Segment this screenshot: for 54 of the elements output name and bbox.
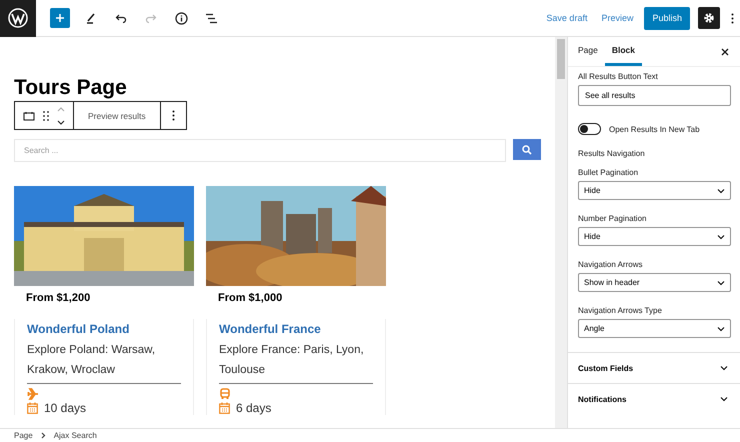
tour-description: Explore France: Paris, Lyon, Toulouse xyxy=(219,340,373,384)
calendar-icon xyxy=(27,402,38,414)
tour-description: Explore Poland: Warsaw, Krakow, Wroclaw xyxy=(27,340,181,384)
sidebar-tab[interactable]: Page xyxy=(571,37,605,66)
select-dropdown[interactable]: Hide xyxy=(578,227,731,246)
close-icon[interactable] xyxy=(719,46,731,58)
scrollbar[interactable] xyxy=(555,37,567,428)
header-link[interactable]: Preview xyxy=(598,13,636,23)
field-label: Bullet Pagination xyxy=(578,168,640,177)
tour-duration: 6 days xyxy=(236,401,272,415)
plus-icon xyxy=(55,13,65,23)
select-dropdown[interactable]: Hide xyxy=(578,181,731,200)
sidebar-tab[interactable]: Block xyxy=(604,37,642,66)
page-title: Tours Page xyxy=(14,75,128,101)
tour-duration: 10 days xyxy=(44,401,86,415)
toggle-label: Open Results In New Tab xyxy=(609,124,700,134)
chevron-icon xyxy=(717,278,725,286)
add-block-button[interactable] xyxy=(50,8,70,28)
search-icon xyxy=(522,144,532,154)
search-field[interactable]: Search ... xyxy=(14,139,506,162)
bus-icon xyxy=(219,388,231,400)
section-heading: Results Navigation xyxy=(578,149,646,158)
wordpress-logo[interactable] xyxy=(0,0,36,36)
input-field[interactable]: See all results xyxy=(578,85,731,106)
field-label: Navigation Arrows xyxy=(578,260,644,269)
calendar-icon xyxy=(219,402,230,414)
chevron-icon xyxy=(717,232,725,240)
publish-button[interactable]: Publish xyxy=(644,6,690,30)
chevron-icon xyxy=(717,324,725,332)
drag-handle-icon[interactable] xyxy=(43,110,49,120)
toggle-switch[interactable] xyxy=(578,123,601,135)
block-type-icon[interactable] xyxy=(23,110,35,120)
tour-name[interactable]: Wonderful Poland xyxy=(27,322,181,336)
field-label: Navigation Arrows Type xyxy=(578,306,663,315)
chevron-icon xyxy=(40,432,46,439)
breadcrumb-item[interactable]: Page xyxy=(14,431,33,440)
header-link[interactable]: Save draft xyxy=(543,13,590,23)
search-button[interactable] xyxy=(513,139,541,160)
field-label: All Results Button Text xyxy=(578,72,659,81)
tour-name[interactable]: Wonderful France xyxy=(219,322,373,336)
chevron-icon xyxy=(720,395,728,403)
settings-button[interactable] xyxy=(698,7,720,29)
more-options-icon[interactable] xyxy=(172,110,175,121)
select-dropdown[interactable]: Angle xyxy=(578,319,731,338)
chevron-icon xyxy=(720,364,728,372)
gear-icon xyxy=(703,12,715,24)
tour-price: From $1,000 xyxy=(218,292,284,306)
breadcrumb-item[interactable]: Ajax Search xyxy=(54,431,97,440)
field-label: Number Pagination xyxy=(578,214,648,223)
chevron-icon xyxy=(717,186,725,194)
tour-price: From $1,200 xyxy=(26,292,92,306)
plane-icon xyxy=(27,388,39,400)
select-dropdown[interactable]: Show in header xyxy=(578,273,731,292)
preview-results-button[interactable]: Preview results xyxy=(82,110,152,120)
